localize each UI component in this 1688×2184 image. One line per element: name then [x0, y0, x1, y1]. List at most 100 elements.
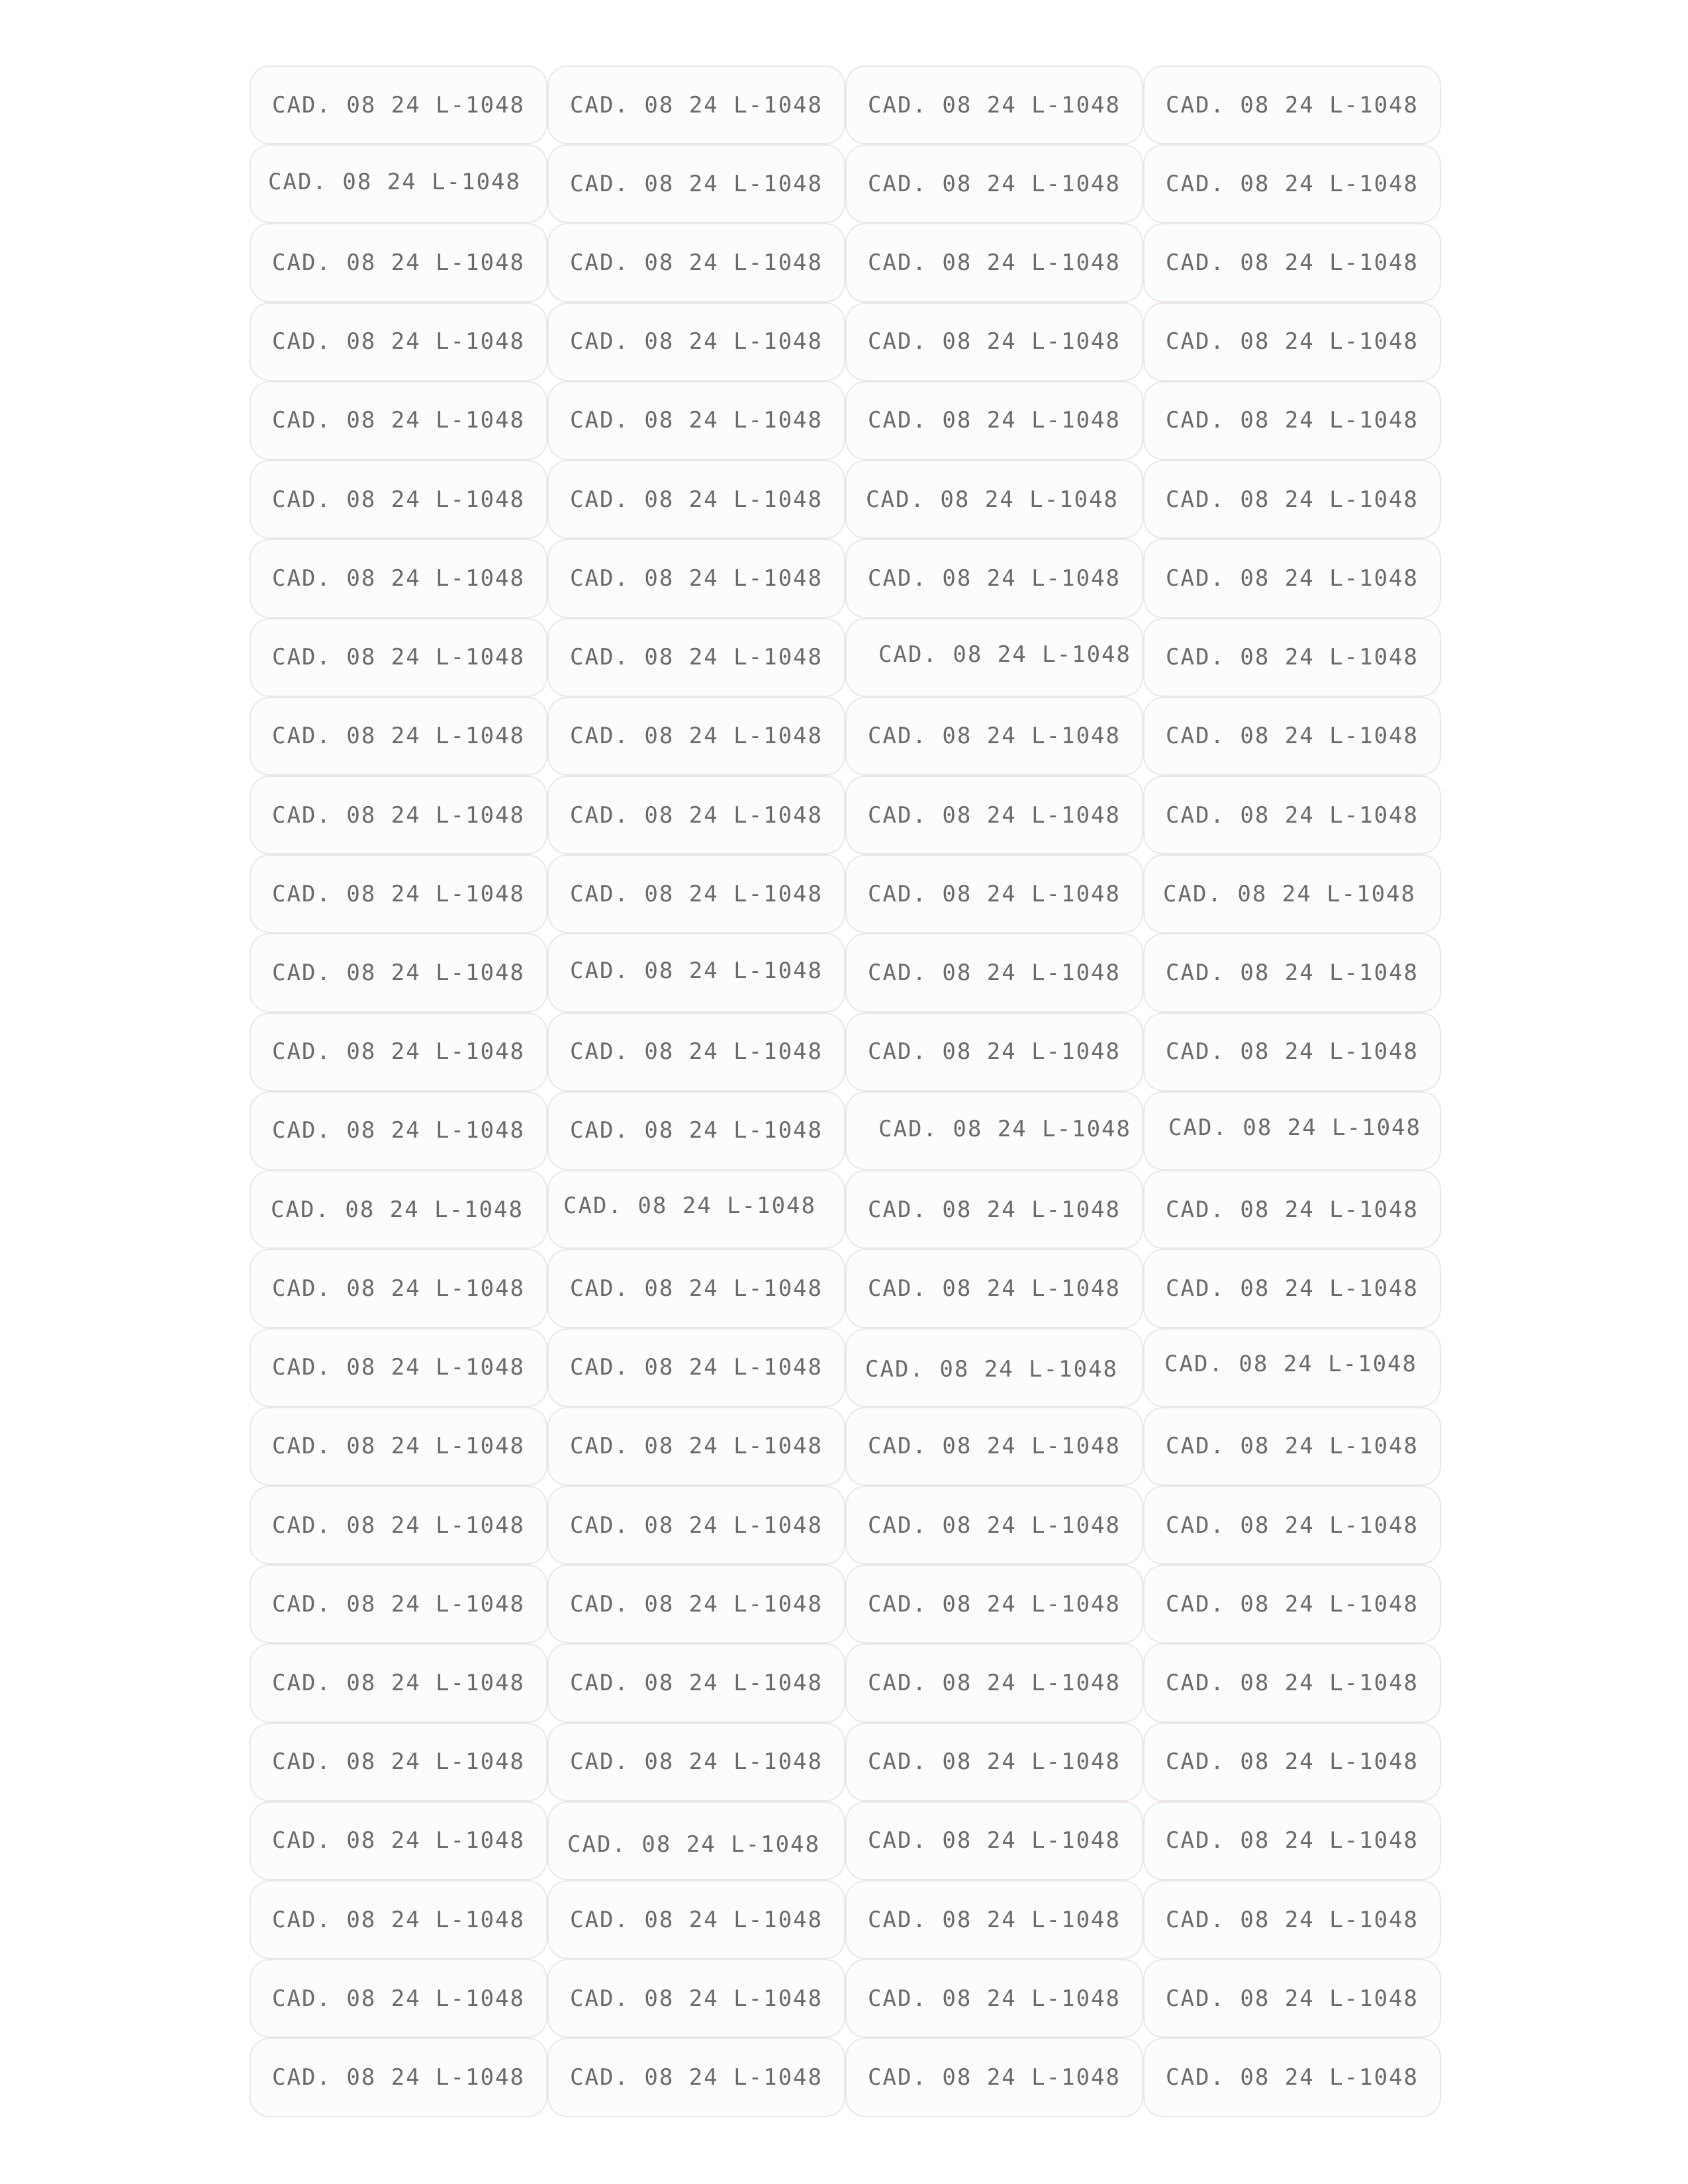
- label-cell: CAD. 08 24 L-1048: [547, 1249, 845, 1328]
- label-cell: CAD. 08 24 L-1048: [845, 854, 1143, 934]
- label-text: CAD. 08 24 L-1048: [1166, 328, 1419, 355]
- label-cell: CAD. 08 24 L-1048: [845, 460, 1143, 539]
- label-text: CAD. 08 24 L-1048: [878, 641, 1131, 668]
- label-text: CAD. 08 24 L-1048: [272, 723, 525, 750]
- label-cell: CAD. 08 24 L-1048: [547, 1722, 845, 1801]
- label-text: CAD. 08 24 L-1048: [868, 91, 1121, 118]
- label-cell: CAD. 08 24 L-1048: [845, 617, 1143, 697]
- label-text: CAD. 08 24 L-1048: [272, 91, 525, 118]
- label-cell: CAD. 08 24 L-1048: [845, 1485, 1143, 1565]
- label-text: CAD. 08 24 L-1048: [570, 958, 823, 985]
- label-cell: CAD. 08 24 L-1048: [1143, 223, 1441, 302]
- label-cell: CAD. 08 24 L-1048: [250, 1012, 547, 1091]
- label-cell: CAD. 08 24 L-1048: [547, 854, 845, 934]
- label-cell: CAD. 08 24 L-1048: [1143, 1012, 1441, 1091]
- label-text: CAD. 08 24 L-1048: [868, 328, 1121, 355]
- label-cell: CAD. 08 24 L-1048: [1143, 854, 1441, 934]
- label-cell: CAD. 08 24 L-1048: [250, 1801, 547, 1881]
- label-text: CAD. 08 24 L-1048: [1166, 1590, 1419, 1617]
- label-cell: CAD. 08 24 L-1048: [250, 1485, 547, 1565]
- label-cell: CAD. 08 24 L-1048: [547, 381, 845, 461]
- label-cell: CAD. 08 24 L-1048: [250, 381, 547, 461]
- label-text: CAD. 08 24 L-1048: [570, 1512, 823, 1539]
- label-text: CAD. 08 24 L-1048: [272, 1669, 525, 1696]
- label-text: CAD. 08 24 L-1048: [272, 644, 525, 671]
- label-text: CAD. 08 24 L-1048: [570, 486, 823, 513]
- label-cell: CAD. 08 24 L-1048: [547, 302, 845, 381]
- label-cell: CAD. 08 24 L-1048: [1143, 302, 1441, 381]
- label-cell: CAD. 08 24 L-1048: [1143, 1880, 1441, 1960]
- label-cell: CAD. 08 24 L-1048: [845, 933, 1143, 1013]
- label-cell: CAD. 08 24 L-1048: [547, 1880, 845, 1960]
- label-cell: CAD. 08 24 L-1048: [1143, 1091, 1441, 1171]
- label-cell: CAD. 08 24 L-1048: [547, 2038, 845, 2117]
- label-text: CAD. 08 24 L-1048: [272, 1117, 525, 1144]
- label-cell: CAD. 08 24 L-1048: [547, 1959, 845, 2038]
- label-cell: CAD. 08 24 L-1048: [250, 1959, 547, 2038]
- label-cell: CAD. 08 24 L-1048: [1143, 933, 1441, 1013]
- label-text: CAD. 08 24 L-1048: [1166, 644, 1419, 671]
- label-text: CAD. 08 24 L-1048: [570, 170, 823, 197]
- label-cell: CAD. 08 24 L-1048: [1143, 1170, 1441, 1250]
- label-text: CAD. 08 24 L-1048: [1166, 91, 1419, 118]
- label-text: CAD. 08 24 L-1048: [878, 1116, 1131, 1143]
- label-text: CAD. 08 24 L-1048: [272, 1038, 525, 1066]
- label-text: CAD. 08 24 L-1048: [272, 1827, 525, 1854]
- label-cell: CAD. 08 24 L-1048: [845, 223, 1143, 302]
- label-cell: CAD. 08 24 L-1048: [547, 223, 845, 302]
- label-cell: CAD. 08 24 L-1048: [547, 617, 845, 697]
- label-text: CAD. 08 24 L-1048: [868, 1196, 1121, 1223]
- label-cell: CAD. 08 24 L-1048: [250, 854, 547, 934]
- label-cell: CAD. 08 24 L-1048: [1143, 1722, 1441, 1801]
- label-text: CAD. 08 24 L-1048: [868, 1749, 1121, 1776]
- label-text: CAD. 08 24 L-1048: [272, 565, 525, 592]
- label-text: CAD. 08 24 L-1048: [272, 1985, 525, 2012]
- label-text: CAD. 08 24 L-1048: [1166, 407, 1419, 434]
- label-cell: CAD. 08 24 L-1048: [250, 1643, 547, 1723]
- label-text: CAD. 08 24 L-1048: [570, 723, 823, 750]
- label-text: CAD. 08 24 L-1048: [272, 328, 525, 355]
- label-cell: CAD. 08 24 L-1048: [547, 696, 845, 776]
- label-text: CAD. 08 24 L-1048: [272, 880, 525, 907]
- label-text: CAD. 08 24 L-1048: [570, 1433, 823, 1460]
- label-text: CAD. 08 24 L-1048: [272, 407, 525, 434]
- label-cell: CAD. 08 24 L-1048: [845, 381, 1143, 461]
- label-text: CAD. 08 24 L-1048: [271, 1196, 524, 1223]
- label-text: CAD. 08 24 L-1048: [272, 1354, 525, 1381]
- label-cell: CAD. 08 24 L-1048: [1143, 144, 1441, 224]
- label-text: CAD. 08 24 L-1048: [570, 1354, 823, 1381]
- label-text: CAD. 08 24 L-1048: [570, 1038, 823, 1066]
- label-text: CAD. 08 24 L-1048: [570, 1906, 823, 1933]
- label-cell: CAD. 08 24 L-1048: [1143, 1485, 1441, 1565]
- label-text: CAD. 08 24 L-1048: [868, 801, 1121, 829]
- label-cell: CAD. 08 24 L-1048: [1143, 775, 1441, 855]
- label-text: CAD. 08 24 L-1048: [1166, 170, 1419, 197]
- label-text: CAD. 08 24 L-1048: [272, 1749, 525, 1776]
- label-text: CAD. 08 24 L-1048: [570, 1590, 823, 1617]
- label-cell: CAD. 08 24 L-1048: [250, 1722, 547, 1801]
- label-text: CAD. 08 24 L-1048: [570, 91, 823, 118]
- label-text: CAD. 08 24 L-1048: [272, 2064, 525, 2091]
- label-text: CAD. 08 24 L-1048: [1166, 565, 1419, 592]
- label-cell: CAD. 08 24 L-1048: [845, 1249, 1143, 1328]
- label-cell: CAD. 08 24 L-1048: [250, 1565, 547, 1644]
- label-text: CAD. 08 24 L-1048: [868, 1038, 1121, 1066]
- label-cell: CAD. 08 24 L-1048: [547, 1643, 845, 1723]
- label-text: CAD. 08 24 L-1048: [1166, 1669, 1419, 1696]
- label-cell: CAD. 08 24 L-1048: [547, 144, 845, 224]
- label-cell: CAD. 08 24 L-1048: [250, 1328, 547, 1407]
- label-cell: CAD. 08 24 L-1048: [250, 1091, 547, 1171]
- label-cell: CAD. 08 24 L-1048: [1143, 696, 1441, 776]
- label-cell: CAD. 08 24 L-1048: [250, 933, 547, 1013]
- label-cell: CAD. 08 24 L-1048: [845, 1565, 1143, 1644]
- label-text: CAD. 08 24 L-1048: [1166, 1433, 1419, 1460]
- label-cell: CAD. 08 24 L-1048: [845, 1170, 1143, 1250]
- label-cell: CAD. 08 24 L-1048: [845, 144, 1143, 224]
- label-cell: CAD. 08 24 L-1048: [547, 460, 845, 539]
- label-cell: CAD. 08 24 L-1048: [547, 66, 845, 145]
- label-text: CAD. 08 24 L-1048: [1164, 1351, 1417, 1378]
- label-cell: CAD. 08 24 L-1048: [547, 933, 845, 1013]
- label-text: CAD. 08 24 L-1048: [272, 250, 525, 277]
- label-text: CAD. 08 24 L-1048: [868, 880, 1121, 907]
- label-text: CAD. 08 24 L-1048: [570, 328, 823, 355]
